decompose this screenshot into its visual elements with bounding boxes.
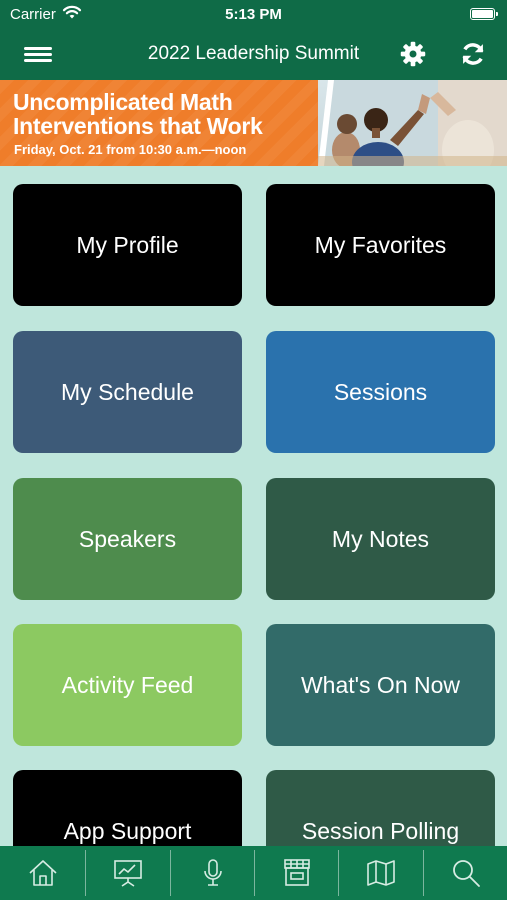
header-bar: 2022 Leadership Summit xyxy=(0,30,507,80)
promo-banner[interactable]: Uncomplicated Math Interventions that Wo… xyxy=(0,80,507,166)
tab-maps[interactable] xyxy=(339,846,423,900)
banner-date: Friday, Oct. 21 from 10:30 a.m.—noon xyxy=(14,142,247,157)
tab-speakers[interactable] xyxy=(171,846,254,900)
tile-label: App Support xyxy=(63,817,192,844)
tab-bar xyxy=(0,846,507,900)
microphone-icon xyxy=(203,859,222,886)
tile-label: My Favorites xyxy=(314,231,447,258)
home-icon xyxy=(28,860,57,886)
banner-title-line1: Uncomplicated Math xyxy=(13,89,233,115)
map-icon xyxy=(367,860,395,886)
status-time: 5:13 PM xyxy=(225,6,282,23)
exhibitor-booth-icon xyxy=(283,859,310,886)
page-title: 2022 Leadership Summit xyxy=(147,43,360,64)
tile-label: Activity Feed xyxy=(61,671,194,698)
refresh-icon[interactable] xyxy=(459,40,487,68)
my-notes-button[interactable]: My Notes xyxy=(266,478,495,600)
my-schedule-button[interactable]: My Schedule xyxy=(13,331,242,453)
status-bar: Carrier 5:13 PM xyxy=(0,0,507,30)
search-icon xyxy=(452,860,480,887)
tile-label: My Notes xyxy=(331,525,430,552)
gear-icon[interactable] xyxy=(399,40,427,68)
whats-on-now-button[interactable]: What's On Now xyxy=(266,624,495,746)
tab-presentations[interactable] xyxy=(86,846,170,900)
tile-label: My Profile xyxy=(76,231,179,258)
tab-exhibitors[interactable] xyxy=(255,846,338,900)
tab-search[interactable] xyxy=(424,846,507,900)
tab-home[interactable] xyxy=(0,846,85,900)
tile-label: What's On Now xyxy=(300,671,461,698)
activity-feed-button[interactable]: Activity Feed xyxy=(13,624,242,746)
tile-label: Sessions xyxy=(333,378,428,405)
tile-label: My Schedule xyxy=(61,378,194,405)
banner-title-line2: Interventions that Work xyxy=(13,113,263,139)
banner-photo xyxy=(318,80,507,166)
my-favorites-button[interactable]: My Favorites xyxy=(266,184,495,306)
my-profile-button[interactable]: My Profile xyxy=(13,184,242,306)
battery-icon xyxy=(470,8,498,20)
tile-label: Speakers xyxy=(78,525,177,552)
sessions-button[interactable]: Sessions xyxy=(266,331,495,453)
tile-label: Session Polling xyxy=(301,817,460,844)
speakers-button[interactable]: Speakers xyxy=(13,478,242,600)
presentation-icon xyxy=(114,860,142,887)
